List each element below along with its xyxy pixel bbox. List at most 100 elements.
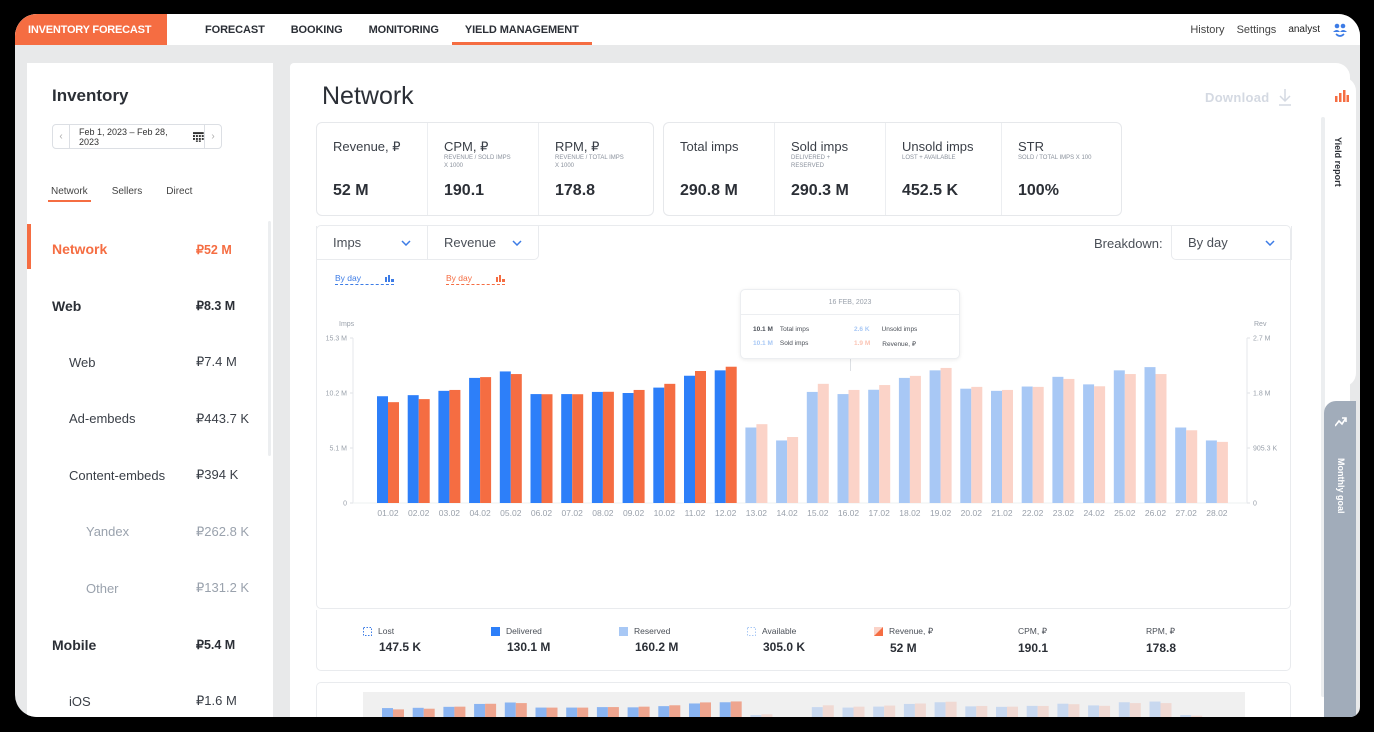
- users-icon[interactable]: [1332, 22, 1348, 38]
- revenue-bar[interactable]: [971, 386, 983, 503]
- revenue-bar[interactable]: [1124, 374, 1136, 503]
- date-range-value[interactable]: Feb 1, 2023 – Feb 28, 2023: [79, 127, 187, 147]
- revenue-bar[interactable]: [602, 391, 614, 503]
- nav-tab-monitoring[interactable]: MONITORING: [356, 14, 452, 45]
- tree-item-yandex[interactable]: Yandex ₽262.8 K: [27, 504, 267, 561]
- imps-bar[interactable]: [438, 390, 450, 503]
- date-range-picker[interactable]: ‹ Feb 1, 2023 – Feb 28, 2023 ›: [52, 124, 222, 149]
- imps-bar[interactable]: [530, 394, 542, 503]
- inventory-sidebar: Inventory ‹ Feb 1, 2023 – Feb 28, 2023 ›…: [27, 63, 273, 717]
- revenue-bar[interactable]: [909, 375, 921, 503]
- imps-bar[interactable]: [622, 393, 634, 503]
- revenue-bar[interactable]: [817, 383, 829, 503]
- imps-bar[interactable]: [653, 387, 665, 503]
- tree-item-web-sub[interactable]: Web ₽7.4 M: [27, 334, 267, 391]
- tree-item-ad-embeds[interactable]: Ad-embeds ₽443.7 K: [27, 391, 267, 448]
- imps-bar[interactable]: [837, 394, 849, 503]
- nav-tab-booking[interactable]: BOOKING: [278, 14, 356, 45]
- sidebar-tab-sellers[interactable]: Sellers: [112, 186, 143, 202]
- revenue-bar[interactable]: [510, 374, 522, 503]
- revenue-bar[interactable]: [480, 377, 492, 503]
- imps-bar[interactable]: [591, 391, 603, 503]
- revenue-bar[interactable]: [879, 385, 891, 503]
- sidebar-scrollbar[interactable]: [268, 221, 271, 456]
- imps-bar[interactable]: [469, 377, 481, 503]
- tree-item-label: Mobile: [52, 636, 97, 653]
- imps-bar[interactable]: [806, 391, 818, 503]
- imps-bar[interactable]: [561, 394, 573, 503]
- revenue-bar[interactable]: [633, 389, 645, 503]
- chevron-left-icon[interactable]: ‹: [53, 125, 70, 148]
- revenue-bar[interactable]: [1155, 374, 1167, 503]
- tree-item-network[interactable]: Network ₽52 M: [27, 221, 267, 278]
- imps-bar[interactable]: [1083, 384, 1095, 503]
- legend-revenue[interactable]: Revenue, ₽ 52 M: [874, 626, 933, 655]
- y2-tick-label: 2.7 M: [1253, 336, 1271, 343]
- chart-range-navigator[interactable]: [316, 682, 1291, 717]
- tree-item-content-embeds[interactable]: Content-embeds ₽394 K: [27, 447, 267, 504]
- yield-report-tab[interactable]: Yield report: [1321, 77, 1356, 387]
- revenue-bar[interactable]: [1186, 430, 1198, 503]
- tree-item-other[interactable]: Other ₽131.2 K: [27, 560, 267, 617]
- brand-logo[interactable]: INVENTORY FORECAST: [15, 14, 167, 45]
- revenue-bar[interactable]: [418, 399, 430, 503]
- imps-bar[interactable]: [776, 440, 788, 503]
- legend-delivered[interactable]: Delivered 130.1 M: [491, 626, 550, 654]
- settings-link[interactable]: Settings: [1237, 24, 1277, 36]
- sidebar-tab-direct[interactable]: Direct: [166, 186, 192, 202]
- imps-bar[interactable]: [1205, 440, 1217, 503]
- legend-available[interactable]: Available 305.0 K: [747, 626, 805, 654]
- revenue-bar[interactable]: [449, 389, 461, 503]
- legend-lost[interactable]: Lost 147.5 K: [363, 626, 421, 654]
- imps-bar[interactable]: [929, 370, 941, 503]
- revenue-bar[interactable]: [756, 424, 768, 503]
- imps-bar[interactable]: [714, 370, 726, 503]
- calendar-icon[interactable]: [193, 131, 204, 142]
- legend-reserved[interactable]: Reserved 160.2 M: [619, 626, 678, 654]
- imps-bar[interactable]: [1144, 367, 1156, 503]
- tree-item-web[interactable]: Web ₽8.3 M: [27, 278, 267, 335]
- imps-bar[interactable]: [1052, 376, 1064, 503]
- revenue-bar[interactable]: [725, 366, 737, 503]
- imps-bar[interactable]: [684, 375, 695, 503]
- revenue-bar[interactable]: [388, 402, 399, 503]
- revenue-bar[interactable]: [940, 367, 952, 503]
- username[interactable]: analyst: [1288, 24, 1320, 35]
- imps-bar[interactable]: [1021, 386, 1033, 503]
- tree-item-ios[interactable]: iOS ₽1.6 M: [27, 673, 267, 717]
- imps-bar[interactable]: [1113, 370, 1125, 503]
- revenue-bar[interactable]: [541, 394, 553, 503]
- imps-bar[interactable]: [377, 396, 388, 503]
- imps-bar[interactable]: [499, 371, 511, 503]
- imps-bar[interactable]: [407, 395, 419, 503]
- tree-item-mobile[interactable]: Mobile ₽5.4 M: [27, 617, 267, 674]
- revenue-bar[interactable]: [572, 394, 584, 503]
- nav-tab-forecast[interactable]: FORECAST: [192, 14, 278, 45]
- imps-bar[interactable]: [1175, 427, 1187, 503]
- chevron-right-icon[interactable]: ›: [204, 125, 221, 148]
- imps-bar[interactable]: [745, 427, 757, 503]
- download-button[interactable]: Download: [1205, 88, 1292, 106]
- overview-revenue-bar: [669, 705, 681, 717]
- revenue-bar[interactable]: [1063, 378, 1075, 503]
- x-tick-label: 11.02: [685, 508, 706, 518]
- sidebar-tab-network[interactable]: Network: [48, 186, 91, 202]
- revenue-bar[interactable]: [1094, 386, 1106, 503]
- imps-bar[interactable]: [960, 388, 972, 503]
- revenue-bar[interactable]: [1216, 441, 1228, 503]
- imps-bar[interactable]: [868, 389, 880, 503]
- overview-revenue-bar: [1037, 705, 1049, 717]
- revenue-bar[interactable]: [695, 371, 706, 503]
- x-tick-label: 14.02: [776, 508, 798, 518]
- history-link[interactable]: History: [1190, 24, 1224, 36]
- imps-bar[interactable]: [991, 390, 1002, 503]
- revenue-bar[interactable]: [664, 383, 676, 503]
- revenue-bar[interactable]: [848, 389, 860, 503]
- revenue-bar[interactable]: [1002, 389, 1013, 503]
- imps-bar[interactable]: [898, 377, 910, 503]
- nav-tab-yield-management[interactable]: YIELD MANAGEMENT: [451, 14, 592, 45]
- overview-bar-chart[interactable]: [317, 683, 1291, 717]
- monthly-goal-tab[interactable]: Monthly goal: [1324, 401, 1356, 717]
- revenue-bar[interactable]: [1032, 386, 1044, 503]
- revenue-bar[interactable]: [787, 437, 799, 503]
